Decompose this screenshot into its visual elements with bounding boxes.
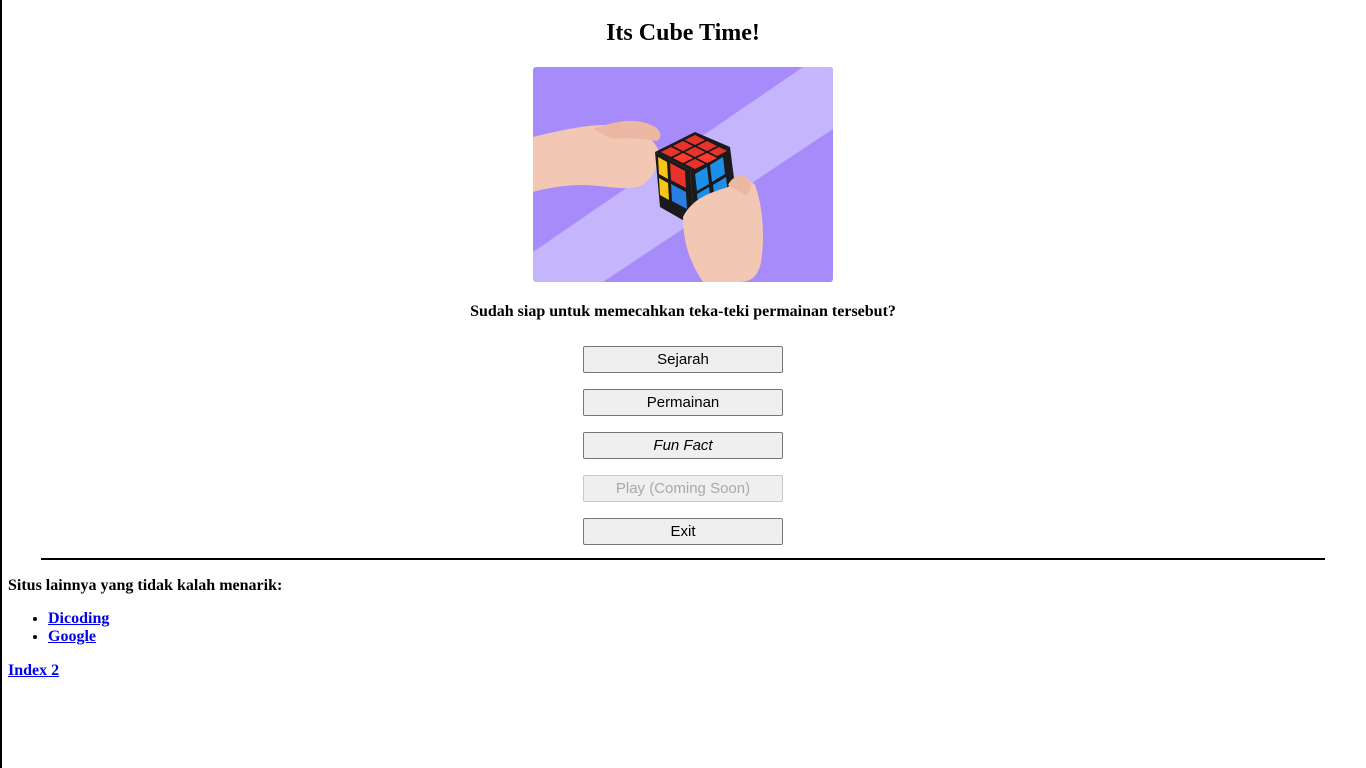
fun-fact-button[interactable]: Fun Fact (583, 432, 783, 459)
google-link[interactable]: Google (48, 628, 96, 645)
play-button: Play (Coming Soon) (583, 475, 783, 502)
dicoding-link[interactable]: Dicoding (48, 610, 109, 627)
external-links-list: Dicoding Google (8, 610, 282, 646)
index-2-link[interactable]: Index 2 (8, 662, 282, 680)
main-section: Its Cube Time! Sudah siap untuk memecahk… (0, 0, 1366, 561)
hero-container (0, 67, 1366, 282)
footer-heading: Situs lainnya yang tidak kalah menarik: (8, 577, 283, 594)
section-divider (41, 558, 1325, 560)
page-left-border (0, 0, 2, 768)
page-title: Its Cube Time! (606, 20, 760, 46)
sejarah-button[interactable]: Sejarah (583, 346, 783, 373)
list-item: Google (48, 628, 282, 646)
exit-button[interactable]: Exit (583, 518, 783, 545)
menu-buttons: Sejarah Permainan Fun Fact Play (Coming … (0, 346, 1366, 561)
rubiks-cube-hero-image (533, 67, 833, 282)
question-text: Sudah siap untuk memecahkan teka-teki pe… (470, 303, 896, 320)
list-item: Dicoding (48, 610, 282, 628)
footer: Situs lainnya yang tidak kalah menarik: … (8, 576, 282, 680)
permainan-button[interactable]: Permainan (583, 389, 783, 416)
